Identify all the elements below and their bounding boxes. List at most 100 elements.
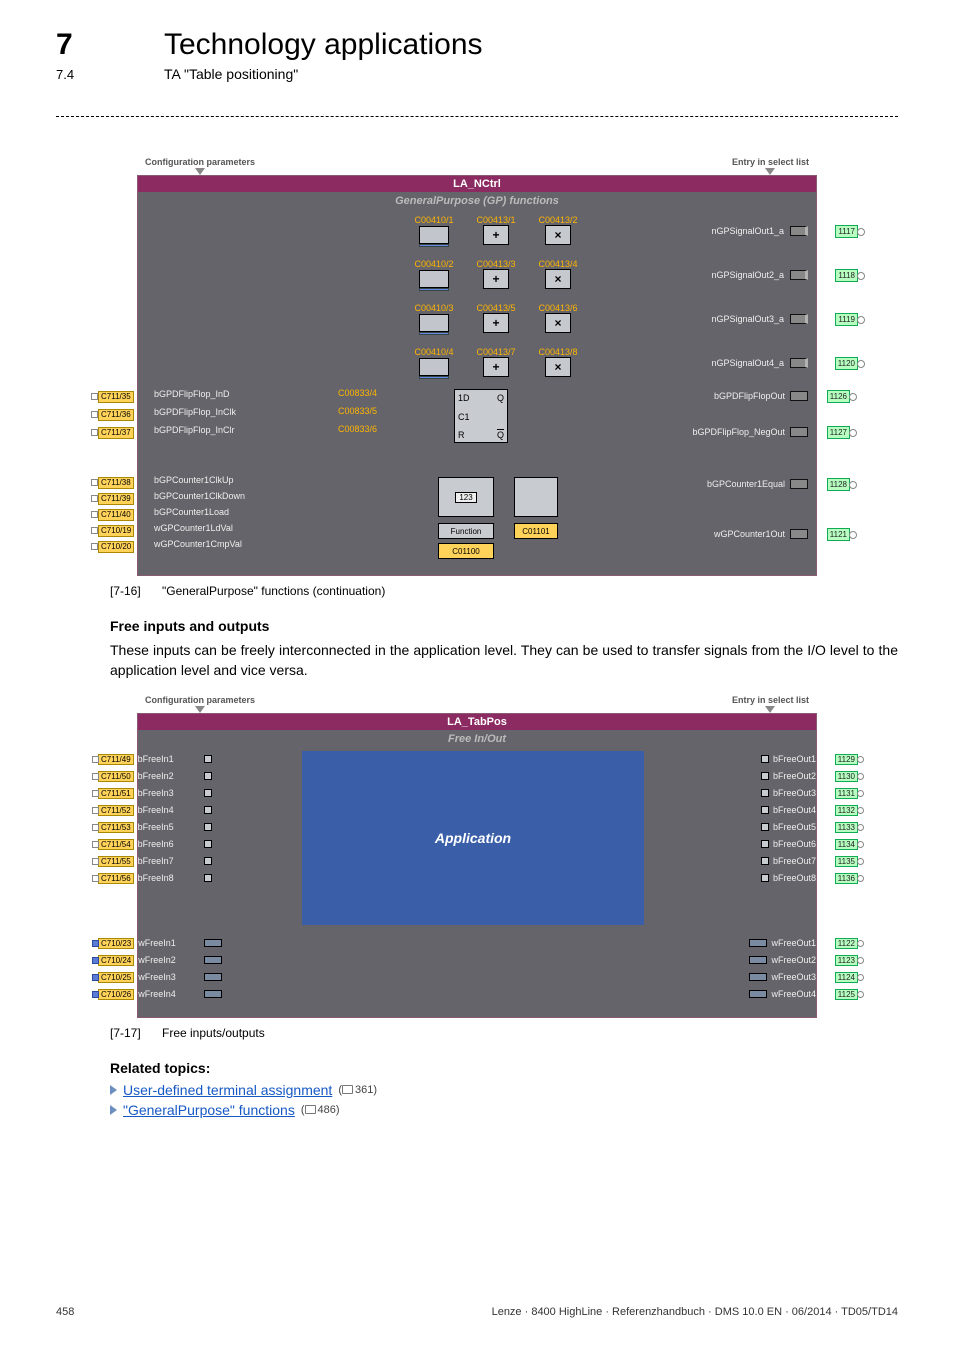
output-label: bGPCounter1Equal — [707, 479, 785, 489]
output-port — [761, 874, 769, 882]
diagram-subtitle: GeneralPurpose (GP) functions — [138, 192, 816, 209]
diagram-title: LA_TabPos — [138, 714, 816, 730]
code-label: C00413/3 — [476, 260, 515, 269]
free-input-row: C710/26wFreeIn4 — [138, 986, 222, 1003]
code-label: C00413/7 — [476, 348, 515, 357]
select-list-tag: 1132 — [835, 805, 858, 816]
output-port — [761, 755, 769, 763]
signal-label: wFreeOut2 — [771, 955, 816, 965]
select-list-tag: 1119 — [835, 313, 858, 326]
select-list-tag: 1127 — [827, 426, 850, 439]
counter-box: 123 — [438, 477, 494, 517]
page-ref: (361) — [338, 1084, 377, 1096]
input-port — [204, 840, 212, 848]
signal-label: wGPCounter1CmpVal — [154, 539, 242, 549]
ff-r-label: R — [458, 430, 465, 440]
param-tag: C711/35 — [98, 391, 134, 403]
arrow-down-icon — [765, 168, 775, 175]
signal-label: bGPDFlipFlop_InD — [154, 389, 230, 399]
free-output-row: bFreeOut41132 — [761, 802, 816, 819]
output-label: nGPSignalOut2_a — [711, 270, 784, 280]
value-box — [419, 358, 449, 376]
signal-label: wGPCounter1LdVal — [154, 523, 233, 533]
section-title: TA "Table positioning" — [164, 66, 298, 82]
signal-label: wFreeOut3 — [771, 972, 816, 982]
bullet-icon — [110, 1085, 117, 1095]
select-list-tag: 1120 — [835, 357, 858, 370]
select-list-tag: 1122 — [835, 938, 858, 949]
output-port — [790, 314, 808, 324]
signal-label: bGPDFlipFlop_InClk — [154, 407, 236, 417]
diagram-title: LA_NCtrl — [138, 176, 816, 192]
signal-label: bFreeIn8 — [138, 873, 200, 883]
diagram-gp-functions: Configuration parameters Entry in select… — [137, 157, 817, 576]
slider-icon — [419, 332, 449, 335]
select-list-tag: 1134 — [835, 839, 858, 850]
output-port — [749, 990, 767, 998]
input-port — [204, 973, 222, 981]
signal-label: bFreeIn3 — [138, 788, 200, 798]
output-port — [749, 973, 767, 981]
free-output-row: bFreeOut11129 — [761, 751, 816, 768]
code-label: C00833/4 — [338, 389, 377, 398]
application-box: Application — [302, 751, 644, 925]
signal-label: bFreeIn7 — [138, 856, 200, 866]
chapter-number: 7 — [56, 28, 130, 62]
input-port — [204, 789, 212, 797]
counter-block: C711/38 bGPCounter1ClkUp C711/39 bGPCoun… — [138, 465, 816, 575]
select-list-tag: 1118 — [835, 269, 858, 282]
free-output-row: bFreeOut21130 — [761, 768, 816, 785]
signal-label: bFreeOut4 — [773, 805, 816, 815]
signal-label: bFreeOut8 — [773, 873, 816, 883]
signal-label: bGPDFlipFlop_InClr — [154, 425, 235, 435]
param-tag: C711/56 — [98, 873, 134, 884]
flipflop-box: 1D Q C1 R Q — [454, 389, 508, 443]
output-label: bGPDFlipFlopOut — [714, 391, 785, 401]
heading-free-io: Free inputs and outputs — [110, 618, 898, 634]
select-list-tag: 1128 — [827, 478, 850, 491]
page-number: 458 — [56, 1306, 74, 1318]
gp-signal-row: C00410/3C00413/5+C00413/6×nGPSignalOut3_… — [138, 297, 816, 341]
output-port — [749, 939, 767, 947]
param-tag: C711/50 — [98, 771, 134, 782]
output-port — [761, 840, 769, 848]
code-label: C00833/6 — [338, 425, 377, 434]
param-tag: C710/26 — [98, 989, 134, 1000]
param-tag: C711/51 — [98, 788, 134, 799]
section-number: 7.4 — [56, 67, 130, 82]
param-tag: C710/24 — [98, 955, 134, 966]
free-input-row: C710/25wFreeIn3 — [138, 969, 222, 986]
select-list-tag: 1121 — [827, 528, 850, 541]
code-label: C00413/4 — [538, 260, 577, 269]
output-port — [761, 823, 769, 831]
select-list-tag: 1135 — [835, 856, 858, 867]
value-box — [419, 226, 449, 244]
link-terminal-assignment[interactable]: User-defined terminal assignment — [123, 1082, 332, 1098]
signal-label: wFreeOut1 — [771, 938, 816, 948]
link-gp-functions[interactable]: "GeneralPurpose" functions — [123, 1102, 295, 1118]
free-output-row: wFreeOut31124 — [749, 969, 816, 986]
ff-d-label: 1D — [458, 393, 470, 403]
code-label: C00413/6 — [538, 304, 577, 313]
free-output-row: bFreeOut81136 — [761, 870, 816, 887]
ff-clk-label: C1 — [458, 412, 470, 422]
input-port — [204, 857, 212, 865]
gp-signal-row: C00410/4C00413/7+C00413/8×nGPSignalOut4_… — [138, 341, 816, 385]
param-tag: C711/55 — [98, 856, 134, 867]
free-input-row: C710/24wFreeIn2 — [138, 952, 222, 969]
output-label: nGPSignalOut4_a — [711, 358, 784, 368]
free-input-row: C711/56bFreeIn8 — [138, 870, 212, 887]
select-list-tag: 1125 — [835, 989, 858, 1000]
select-list-tag: 1133 — [835, 822, 858, 833]
select-list-tag: 1123 — [835, 955, 858, 966]
chapter-title: Technology applications — [164, 28, 483, 62]
signal-label: wFreeIn3 — [138, 972, 200, 982]
doc-info: Lenze · 8400 HighLine · Referenzhandbuch… — [492, 1306, 898, 1318]
param-tag: C711/37 — [98, 427, 134, 439]
free-input-row: C711/49bFreeIn1 — [138, 751, 212, 768]
free-output-row: bFreeOut31131 — [761, 785, 816, 802]
free-input-row: C711/53bFreeIn5 — [138, 819, 212, 836]
output-port — [761, 772, 769, 780]
output-port — [761, 806, 769, 814]
output-label: nGPSignalOut1_a — [711, 226, 784, 236]
